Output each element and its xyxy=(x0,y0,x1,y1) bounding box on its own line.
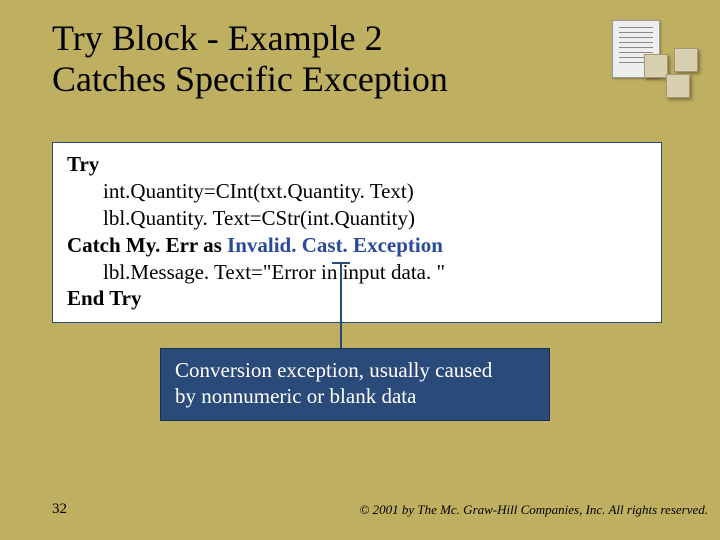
code-line: lbl.Quantity. Text=CStr(int.Quantity) xyxy=(67,205,647,232)
catch-variable: My. Err as xyxy=(126,233,227,257)
cube-icon xyxy=(674,48,698,72)
code-line: Catch My. Err as Invalid. Cast. Exceptio… xyxy=(67,232,647,259)
callout-line: by nonnumeric or blank data xyxy=(175,383,535,409)
code-line: int.Quantity=CInt(txt.Quantity. Text) xyxy=(67,178,647,205)
keyword-catch: Catch xyxy=(67,233,126,257)
callout-connector xyxy=(340,262,342,348)
code-line: End Try xyxy=(67,285,647,312)
exception-type: Invalid. Cast. Exception xyxy=(227,233,443,257)
corner-graphic xyxy=(602,14,702,106)
code-line: lbl.Message. Text="Error in input data. … xyxy=(67,259,647,286)
page-number: 32 xyxy=(52,501,67,518)
code-line: Try xyxy=(67,151,647,178)
copyright-text: © 2001 by The Mc. Graw-Hill Companies, I… xyxy=(359,502,708,518)
callout-line: Conversion exception, usually caused xyxy=(175,357,535,383)
cube-icon xyxy=(666,74,690,98)
cube-icon xyxy=(644,54,668,78)
keyword-try: Try xyxy=(67,152,99,176)
code-example-box: Try int.Quantity=CInt(txt.Quantity. Text… xyxy=(52,142,662,323)
keyword-endtry: End Try xyxy=(67,286,142,310)
callout-box: Conversion exception, usually caused by … xyxy=(160,348,550,421)
